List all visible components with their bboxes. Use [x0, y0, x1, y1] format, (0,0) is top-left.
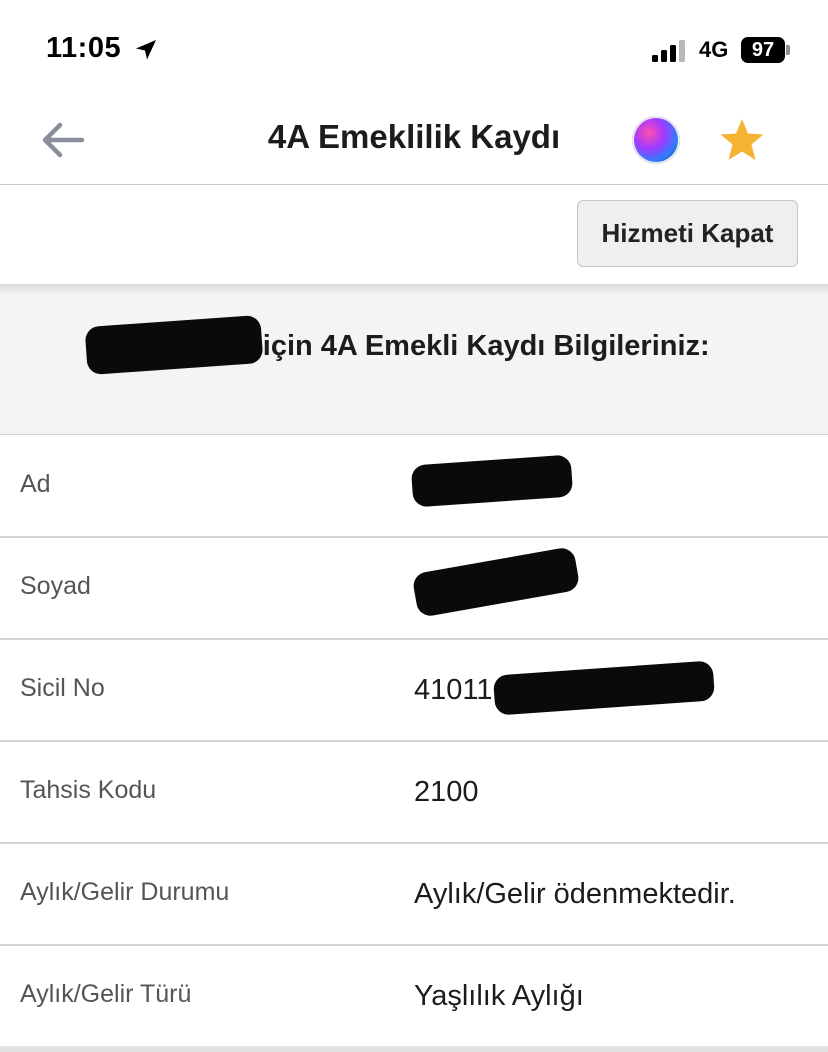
status-bar: 11:05 4G 97: [0, 0, 828, 96]
row-value-aylik-gelir-durumu: Aylık/Gelir ödenmektedir.: [414, 878, 736, 910]
close-service-button[interactable]: Hizmeti Kapat: [577, 200, 798, 267]
battery-cap: [786, 45, 790, 55]
nav-bar: 4A Emeklilik Kaydı: [0, 96, 828, 185]
page-title: 4A Emeklilik Kaydı: [267, 118, 561, 155]
status-time: 11:05: [46, 32, 122, 64]
table-row: Aylık/Gelir Türü Yaşlılık Aylığı: [0, 946, 828, 1048]
redaction-mark: [84, 314, 264, 376]
row-value-sicil-no: 41011: [414, 674, 493, 706]
row-label-sicil-no: Sicil No: [20, 674, 105, 702]
row-label-aylik-gelir-durumu: Aylık/Gelir Durumu: [20, 878, 230, 906]
location-arrow-icon: [136, 40, 156, 60]
battery-icon: 97: [741, 37, 790, 63]
network-type: 4G: [699, 37, 729, 62]
row-label-ad: Ad: [20, 470, 51, 498]
battery-level: 97: [741, 37, 785, 63]
table-row: Sicil No 41011: [0, 640, 828, 742]
table-row: Soyad: [0, 538, 828, 640]
row-label-tahsis-kodu: Tahsis Kodu: [20, 776, 157, 804]
row-label-aylik-gelir-turu: Aylık/Gelir Türü: [20, 980, 192, 1008]
table-row: Aylık/Gelir Durumu Aylık/Gelir ödenmekte…: [0, 844, 828, 946]
cellular-signal-icon: [652, 40, 685, 62]
action-row: Hizmeti Kapat: [0, 186, 828, 284]
redaction-mark: [410, 454, 574, 508]
redaction-mark: [492, 660, 716, 716]
redaction-mark: [411, 546, 581, 618]
table-row: Ad: [0, 436, 828, 538]
bottom-divider: [0, 1046, 828, 1052]
info-header: Tahsis No için 4A Emekli Kaydı Bilgileri…: [0, 293, 828, 435]
star-icon[interactable]: [718, 116, 766, 164]
row-value-tahsis-kodu: 2100: [414, 776, 479, 808]
table-row: Tahsis Kodu 2100: [0, 742, 828, 844]
row-value-aylik-gelir-turu: Yaşlılık Aylığı: [414, 980, 584, 1012]
row-label-soyad: Soyad: [20, 572, 91, 600]
siri-icon[interactable]: [632, 116, 680, 164]
